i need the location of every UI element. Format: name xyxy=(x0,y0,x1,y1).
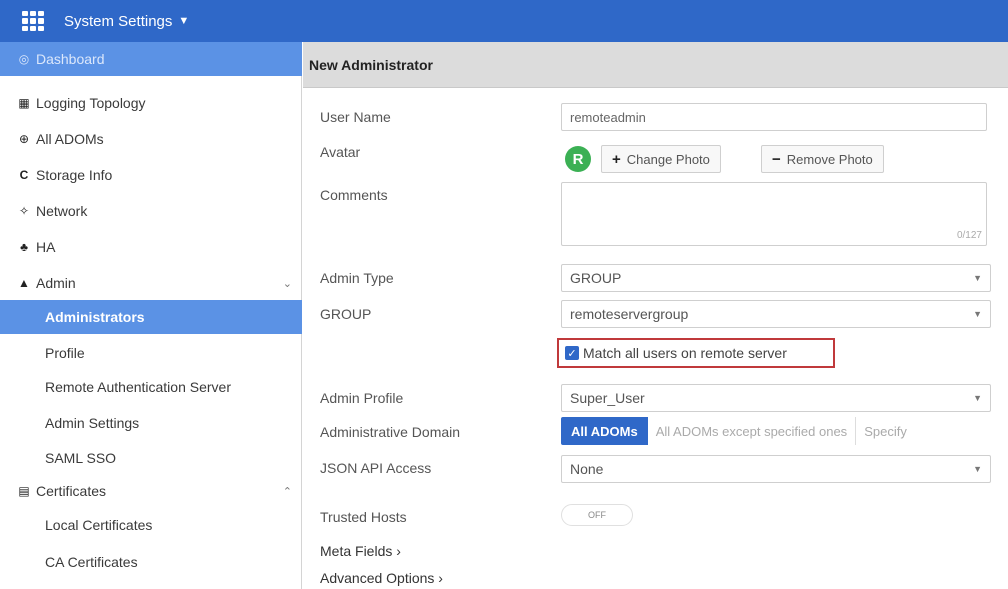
sidebar-item-administrators[interactable]: Administrators xyxy=(0,300,302,334)
admin-domain-selector: All ADOMs All ADOMs except specified one… xyxy=(561,417,915,445)
remove-photo-button[interactable]: − Remove Photo xyxy=(761,145,884,173)
sidebar-item-label: CA Certificates xyxy=(45,554,138,570)
meta-fields-label: Meta Fields xyxy=(320,543,393,559)
collapse-icon: ⌃ xyxy=(282,485,292,498)
change-photo-button[interactable]: + Change Photo xyxy=(601,145,721,173)
sidebar-item-ha[interactable]: ♣ HA xyxy=(0,230,302,264)
group-value: remoteservergroup xyxy=(570,306,689,322)
user-icon: ▲ xyxy=(18,276,30,290)
avatar-label: Avatar xyxy=(320,144,361,160)
remove-photo-label: Remove Photo xyxy=(786,151,873,167)
admin-type-select[interactable]: GROUP ▼ xyxy=(561,264,991,292)
dropdown-caret-icon: ▼ xyxy=(973,273,982,283)
app-title: System Settings xyxy=(64,12,173,30)
admin-profile-label: Admin Profile xyxy=(320,390,404,406)
ha-icon: ♣ xyxy=(20,240,28,254)
sidebar-item-label: Network xyxy=(36,203,88,219)
json-api-label: JSON API Access xyxy=(320,460,432,476)
trusted-hosts-label: Trusted Hosts xyxy=(320,509,407,525)
sidebar-item-label: SAML SSO xyxy=(45,450,117,466)
domain-option-all-adoms[interactable]: All ADOMs xyxy=(561,417,648,445)
sidebar-item-dashboard[interactable]: ◎ Dashboard xyxy=(0,42,302,76)
group-select[interactable]: remoteservergroup ▼ xyxy=(561,300,991,328)
sidebar-item-label: Certificates xyxy=(36,483,107,499)
sidebar-item-local-certificates[interactable]: Local Certificates xyxy=(0,508,302,542)
match-all-users-label: Match all users on remote server xyxy=(583,345,787,361)
chevron-right-icon: › xyxy=(438,570,443,586)
sidebar-item-certificates[interactable]: ▤ Certificates ⌃ xyxy=(0,474,302,508)
sidebar-item-logging-topology[interactable]: ▦ Logging Topology xyxy=(0,86,302,120)
admin-profile-select[interactable]: Super_User ▼ xyxy=(561,384,991,412)
dashboard-icon: ◎ xyxy=(18,52,30,66)
json-api-select[interactable]: None ▼ xyxy=(561,455,991,483)
sidebar-item-label: All ADOMs xyxy=(36,131,104,147)
globe-icon: ⊕ xyxy=(18,132,30,146)
system-settings-menu[interactable]: System Settings ▼ xyxy=(64,13,189,30)
sidebar-item-label: Dashboard xyxy=(36,51,105,67)
sidebar-item-all-adoms[interactable]: ⊕ All ADOMs xyxy=(0,122,302,156)
advanced-options-label: Advanced Options xyxy=(320,570,435,586)
change-photo-label: Change Photo xyxy=(626,151,710,167)
comments-textarea[interactable]: 0/127 xyxy=(561,182,987,246)
sidebar-item-admin[interactable]: ▲ Admin ⌄ xyxy=(0,266,302,300)
minus-icon: − xyxy=(772,150,781,168)
group-label: GROUP xyxy=(320,306,372,322)
app-logo-icon[interactable] xyxy=(22,11,44,31)
plus-icon: + xyxy=(612,150,621,168)
match-all-users-checkbox[interactable]: ✓ xyxy=(565,346,579,360)
json-api-value: None xyxy=(570,461,604,477)
avatar: R xyxy=(565,146,591,172)
sidebar-item-label: Administrators xyxy=(45,309,145,325)
sidebar-item-label: Admin Settings xyxy=(45,415,140,431)
sidebar-item-network[interactable]: ✧ Network xyxy=(0,194,302,228)
network-icon: ✧ xyxy=(18,204,30,218)
storage-icon: C xyxy=(19,168,29,182)
user-name-input[interactable]: remoteadmin xyxy=(561,103,987,131)
user-name-label: User Name xyxy=(320,109,391,125)
sidebar-item-label: Profile xyxy=(45,345,85,361)
sidebar-item-profile[interactable]: Profile xyxy=(0,336,302,370)
character-counter: 0/127 xyxy=(956,230,982,241)
dropdown-caret-icon: ▼ xyxy=(973,464,982,474)
chevron-down-icon: ▼ xyxy=(178,15,190,27)
admin-profile-value: Super_User xyxy=(570,390,645,406)
sidebar-item-remote-auth-server[interactable]: Remote Authentication Server xyxy=(0,370,302,404)
dropdown-caret-icon: ▼ xyxy=(973,393,982,403)
sidebar-item-storage-info[interactable]: C Storage Info xyxy=(0,158,302,192)
certificate-icon: ▤ xyxy=(18,484,30,498)
domain-option-except[interactable]: All ADOMs except specified ones xyxy=(648,417,857,445)
sidebar-item-label: Admin xyxy=(36,275,76,291)
sidebar-item-label: Local Certificates xyxy=(45,517,153,533)
dropdown-caret-icon: ▼ xyxy=(973,309,982,319)
sidebar-item-label: HA xyxy=(36,239,56,255)
sidebar-item-label: Storage Info xyxy=(36,167,113,183)
page-title: New Administrator xyxy=(303,42,1008,88)
meta-fields-link[interactable]: Meta Fields › xyxy=(320,543,401,559)
admin-type-label: Admin Type xyxy=(320,270,394,286)
sidebar-item-label: Remote Authentication Server xyxy=(45,379,231,395)
sidebar-item-label: Logging Topology xyxy=(36,95,146,111)
comments-label: Comments xyxy=(320,187,388,203)
top-header: System Settings ▼ xyxy=(0,0,1008,42)
topology-icon: ▦ xyxy=(18,96,30,110)
chevron-right-icon: › xyxy=(396,543,401,559)
domain-option-specify[interactable]: Specify xyxy=(856,417,915,445)
chevron-down-icon: ⌄ xyxy=(282,277,292,290)
advanced-options-link[interactable]: Advanced Options › xyxy=(320,570,443,586)
admin-domain-label: Administrative Domain xyxy=(320,424,461,440)
match-all-users-highlight: ✓ Match all users on remote server xyxy=(557,338,835,368)
sidebar-item-admin-settings[interactable]: Admin Settings xyxy=(0,406,302,440)
admin-type-value: GROUP xyxy=(570,270,622,286)
main-panel: New Administrator User Name remoteadmin … xyxy=(303,42,1008,589)
sidebar: ◎ Dashboard ▦ Logging Topology ⊕ All ADO… xyxy=(0,42,302,589)
trusted-hosts-toggle[interactable]: OFF xyxy=(561,504,633,526)
sidebar-item-ca-certificates[interactable]: CA Certificates xyxy=(0,545,302,579)
sidebar-item-saml-sso[interactable]: SAML SSO xyxy=(0,441,302,475)
